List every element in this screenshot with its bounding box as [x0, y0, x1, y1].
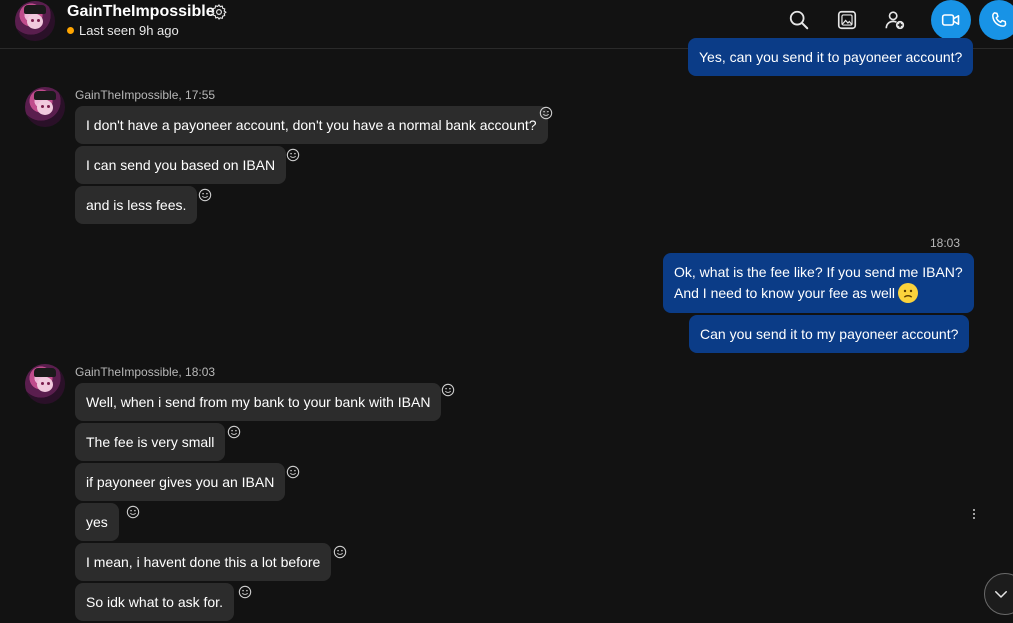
smiley-icon[interactable]: [198, 188, 212, 202]
scroll-to-bottom-button[interactable]: [984, 573, 1013, 615]
incoming-message[interactable]: The fee is very small: [75, 423, 226, 461]
phone-icon: [992, 12, 1007, 27]
smiley-icon[interactable]: [227, 425, 241, 439]
smiley-icon[interactable]: [126, 505, 140, 519]
smiley-icon[interactable]: [286, 148, 300, 162]
outgoing-message[interactable]: Ok, what is the fee like? If you send me…: [663, 253, 974, 313]
smiley-icon[interactable]: [333, 545, 347, 559]
presence-status: Last seen 9h ago: [67, 23, 179, 38]
incoming-message[interactable]: So idk what to ask for.: [75, 583, 234, 621]
add-person-icon[interactable]: [884, 9, 906, 31]
contact-name[interactable]: GainTheImpossible: [67, 3, 215, 21]
incoming-message[interactable]: I don't have a payoneer account, don't y…: [75, 106, 548, 144]
chevron-down-icon: [995, 591, 1007, 598]
incoming-message[interactable]: I mean, i havent done this a lot before: [75, 543, 332, 581]
smiley-icon[interactable]: [286, 465, 300, 479]
message-line: And I need to know your fee as well: [674, 283, 963, 304]
incoming-message[interactable]: if payoneer gives you an IBAN: [75, 463, 286, 501]
gallery-icon[interactable]: [836, 9, 858, 31]
message-sender-time: GainTheImpossible, 18:03: [75, 365, 216, 379]
sender-avatar[interactable]: [25, 364, 65, 404]
sender-avatar[interactable]: [25, 87, 65, 127]
message-time: 18:03: [930, 236, 961, 250]
gear-icon[interactable]: [210, 3, 228, 21]
message-line: Ok, what is the fee like? If you send me…: [674, 264, 963, 280]
more-vertical-icon[interactable]: [972, 508, 976, 520]
message-sender-time: GainTheImpossible, 17:55: [75, 88, 216, 102]
incoming-message[interactable]: yes: [75, 503, 119, 541]
audio-call-button[interactable]: [979, 0, 1013, 40]
outgoing-message[interactable]: Can you send it to my payoneer account?: [689, 315, 970, 353]
incoming-message[interactable]: and is less fees.: [75, 186, 198, 224]
smiley-icon[interactable]: [238, 585, 252, 599]
smiley-icon[interactable]: [539, 106, 553, 120]
contact-avatar[interactable]: [15, 1, 55, 41]
search-icon[interactable]: [788, 9, 810, 31]
incoming-message[interactable]: Well, when i send from my bank to your b…: [75, 383, 442, 421]
incoming-message[interactable]: I can send you based on IBAN: [75, 146, 287, 184]
presence-dot: [67, 27, 74, 35]
outgoing-message[interactable]: Yes, can you send it to payoneer account…: [688, 38, 974, 76]
frowning-face-emoji: [898, 283, 919, 304]
smiley-icon[interactable]: [441, 383, 455, 397]
video-call-button[interactable]: [931, 0, 971, 40]
video-call-icon: [941, 14, 960, 26]
